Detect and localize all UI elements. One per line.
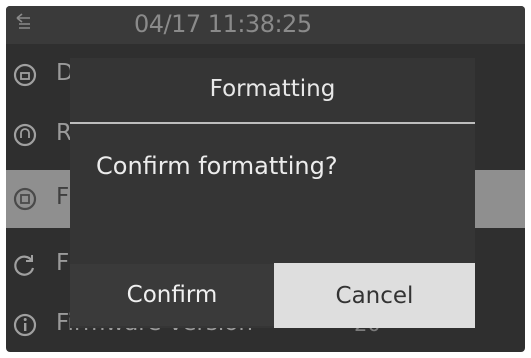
- dialog-title: Formatting: [209, 76, 336, 102]
- status-bar: 04/17 11:38:25: [6, 6, 525, 44]
- back-icon[interactable]: [14, 12, 34, 32]
- confirm-button-label: Confirm: [126, 282, 218, 308]
- formatting-dialog: Formatting Confirm formatting? Confirm C…: [70, 58, 475, 328]
- menu-item-label: F: [56, 250, 70, 276]
- lock-circle-icon: [13, 63, 37, 87]
- datetime-display: 04/17 11:38:25: [134, 10, 312, 38]
- refresh-circle-icon: [14, 255, 35, 276]
- dialog-divider: [70, 122, 475, 124]
- info-icon: [13, 313, 37, 337]
- cancel-button[interactable]: Cancel: [274, 263, 475, 328]
- confirm-button[interactable]: Confirm: [70, 264, 274, 326]
- dialog-message: Confirm formatting?: [96, 152, 338, 180]
- menu-item-label: F: [56, 184, 70, 210]
- device-screen: 04/17 11:38:25 D R F F Formatting Confir…: [6, 6, 525, 352]
- storage-circle-icon: [13, 187, 37, 211]
- shield-circle-icon: [13, 123, 37, 147]
- cancel-button-label: Cancel: [335, 282, 414, 309]
